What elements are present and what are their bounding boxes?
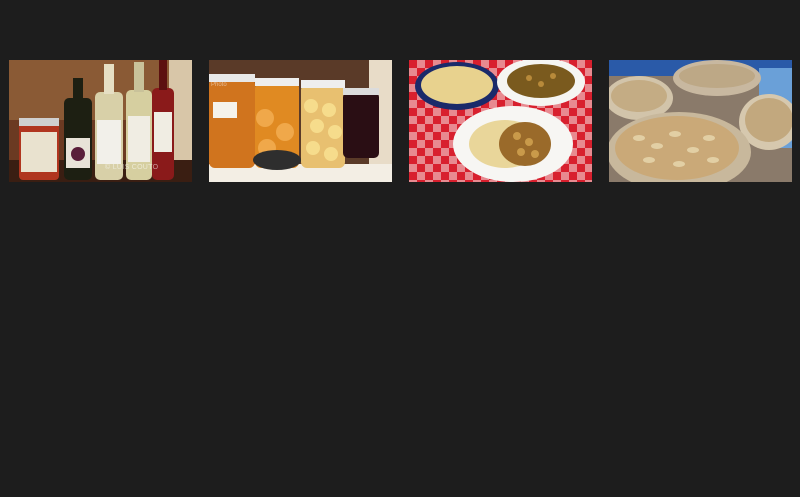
preserve-jars-photo <box>209 60 392 182</box>
photo-credit: © LUIS COUTO <box>105 164 159 171</box>
peanut-sacks-photo <box>609 60 792 182</box>
gallery-thumbnail-wine-bottles[interactable]: © LUIS COUTO <box>9 60 192 182</box>
gallery-thumbnail-couscous-plates[interactable] <box>409 60 592 182</box>
photo-credit: Photo <box>211 82 227 88</box>
gallery-thumbnail-preserve-jars[interactable]: Photo <box>209 60 392 182</box>
wine-bottles-photo <box>9 60 192 182</box>
couscous-plates-photo <box>409 60 592 182</box>
photo-gallery: © LUIS COUTO Photo <box>9 60 793 182</box>
gallery-thumbnail-peanut-sacks[interactable] <box>609 60 792 182</box>
